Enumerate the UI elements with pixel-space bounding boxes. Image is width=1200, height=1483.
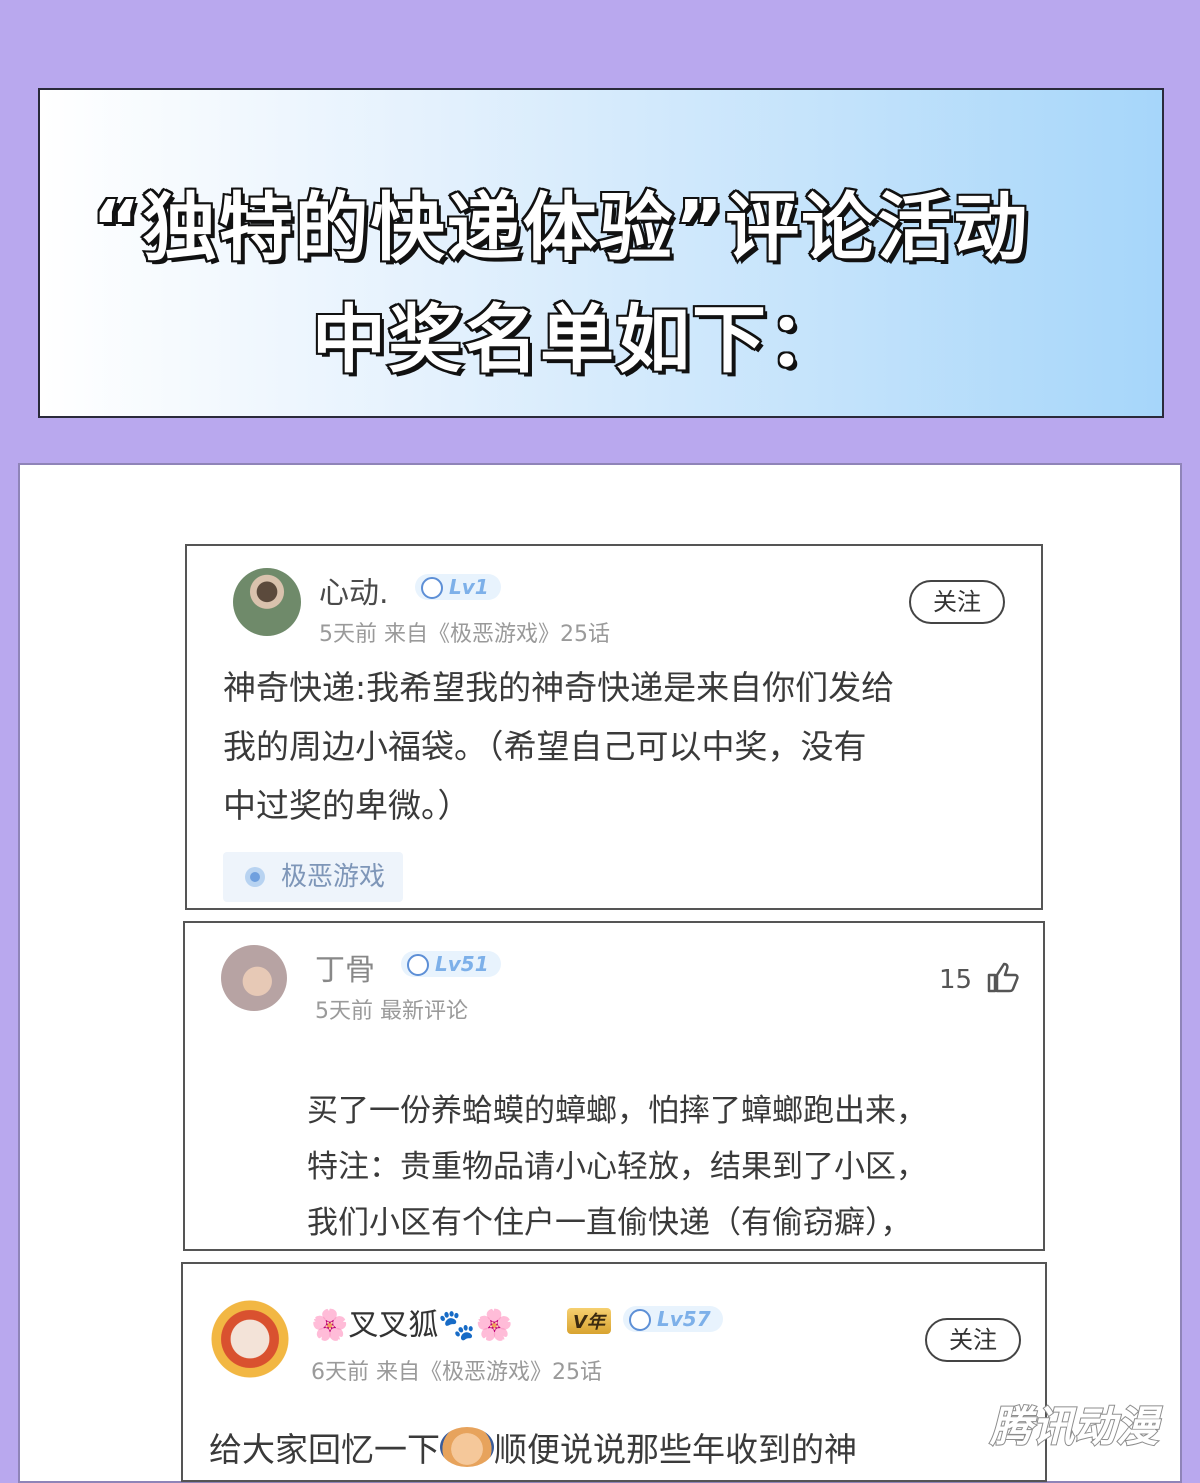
like-count: 15 <box>939 965 973 995</box>
comment-text: 给大家回忆一下 顺便说说那些年收到的神 <box>209 1420 1029 1479</box>
level-icon <box>407 954 429 976</box>
banner-title-line-1: “独特的快递体验”评论活动 <box>90 183 1030 273</box>
flower-emoji: 🌸 <box>311 1308 349 1343</box>
banner-title-line-2: 中奖名单如下： <box>310 295 844 385</box>
watermark-logo: 腾讯动漫 <box>989 1401 1159 1452</box>
username[interactable]: 🌸叉叉狐🐾🌸 <box>311 1300 513 1344</box>
comment-meta: 5天前 最新评论 <box>315 999 468 1024</box>
avatar[interactable] <box>233 568 301 636</box>
level-icon <box>421 577 443 599</box>
comment-text: 买了一份养蛤蟆的蟑螂，怕摔了蟑螂跑出来， 特注：贵重物品请小心轻放，结果到了小区… <box>307 1093 927 1241</box>
username[interactable]: 心动. <box>319 568 389 612</box>
avatar[interactable] <box>205 1294 295 1384</box>
topic-tag[interactable]: 极恶游戏 <box>223 852 404 902</box>
level-badge: Lv57 <box>623 1306 723 1332</box>
avatar[interactable] <box>221 945 287 1011</box>
level-badge: Lv1 <box>415 574 501 600</box>
comment-card-1: 心动. Lv1 5天前 来自《极恶游戏》25话 关注 神奇快递:我希望我的神奇快… <box>185 544 1043 910</box>
comment-card-2: 丁骨 Lv51 5天前 最新评论 15 买了一份养蛤蟆的蟑螂，怕摔了蟑螂跑出来，… <box>183 921 1045 1251</box>
topic-icon <box>245 867 265 887</box>
comment-meta: 5天前 来自《极恶游戏》25话 <box>319 622 610 647</box>
follow-button[interactable]: 关注 <box>925 1318 1021 1362</box>
sticker-emoji-icon <box>440 1427 494 1467</box>
username[interactable]: 丁骨 <box>315 945 375 989</box>
thumbs-up-icon <box>988 962 1019 993</box>
title-banner: “独特的快递体验”评论活动 中奖名单如下： <box>38 88 1164 418</box>
comment-text: 神奇快递:我希望我的神奇快递是来自你们发给 我的周边小福袋。（希望自己可以中奖，… <box>223 668 895 825</box>
level-icon <box>629 1309 651 1331</box>
like-button[interactable]: 15 <box>939 961 1020 995</box>
comment-card-3: 🌸叉叉狐🐾🌸 V年 Lv57 6天前 来自《极恶游戏》25话 关注 给大家回忆一… <box>181 1262 1047 1482</box>
vip-badge: V年 <box>567 1308 611 1334</box>
follow-button[interactable]: 关注 <box>909 580 1005 624</box>
paw-flower-emoji: 🐾🌸 <box>438 1308 514 1343</box>
comment-meta: 6天前 来自《极恶游戏》25话 <box>311 1360 602 1385</box>
level-badge: Lv51 <box>401 951 501 977</box>
